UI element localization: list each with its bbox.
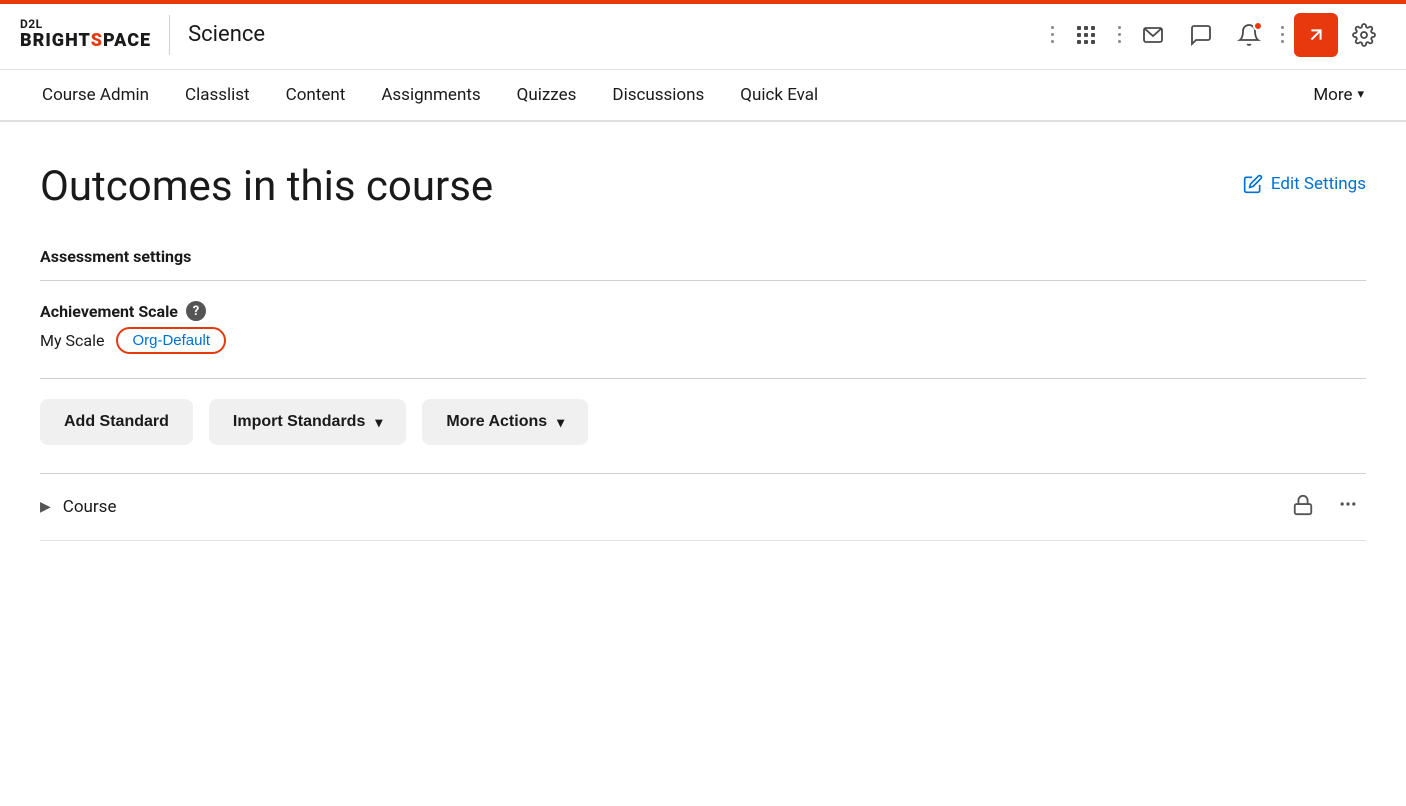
import-chevron-icon: ▾: [375, 414, 382, 431]
assessment-section-label: Assessment settings: [40, 247, 1366, 266]
course-row-left[interactable]: ▶ Course: [40, 497, 116, 517]
logo-area: D2L BRIGHTSPACE: [20, 18, 151, 51]
my-scale-label: My Scale: [40, 331, 104, 350]
nav-item-classlist[interactable]: Classlist: [167, 70, 268, 122]
settings-icon-btn[interactable]: [1342, 13, 1386, 57]
nav-item-quick-eval[interactable]: Quick Eval: [722, 70, 836, 122]
nav-item-more[interactable]: More ▾: [1295, 70, 1382, 122]
notification-dot: [1253, 21, 1263, 31]
nav-item-assignments[interactable]: Assignments: [363, 70, 498, 122]
nav-item-content[interactable]: Content: [268, 70, 364, 122]
settings-icon: [1352, 23, 1376, 47]
action-buttons: Add Standard Import Standards ▾ More Act…: [40, 399, 1366, 445]
navbar: Course Admin Classlist Content Assignmen…: [0, 70, 1406, 122]
header-divider: [169, 15, 170, 55]
page-title: Outcomes in this course: [40, 162, 493, 211]
scale-row: My Scale Org-Default: [40, 327, 1366, 354]
logo: D2L BRIGHTSPACE: [20, 18, 151, 51]
achievement-scale-label: Achievement Scale ?: [40, 301, 1366, 321]
import-standards-button[interactable]: Import Standards ▾: [209, 399, 407, 445]
lock-icon: [1292, 494, 1314, 521]
achievement-scale-row: Achievement Scale ? My Scale Org-Default: [40, 301, 1366, 354]
pencil-icon: [1243, 174, 1263, 194]
course-expand-icon: ▶: [40, 499, 51, 515]
external-link-icon: [1305, 24, 1327, 46]
main-content: Outcomes in this course Edit Settings As…: [0, 122, 1406, 541]
buttons-divider: [40, 378, 1366, 379]
course-row-label: Course: [63, 497, 117, 517]
page-header: Outcomes in this course Edit Settings: [40, 162, 1366, 211]
chat-icon-btn[interactable]: [1179, 13, 1223, 57]
course-name: Science: [188, 22, 265, 47]
nav-item-course-admin[interactable]: Course Admin: [24, 70, 167, 122]
course-row-right: [1292, 490, 1366, 524]
chevron-down-icon: ▾: [1357, 87, 1364, 102]
org-default-badge[interactable]: Org-Default: [116, 327, 226, 354]
chat-icon: [1189, 23, 1213, 47]
dots-divider-2: [1112, 26, 1127, 43]
edit-settings-link[interactable]: Edit Settings: [1243, 174, 1366, 194]
active-tool-btn[interactable]: [1294, 13, 1338, 57]
course-row-more-btn[interactable]: [1330, 490, 1366, 524]
three-dots-icon: [1338, 494, 1358, 514]
dots-divider-1: [1045, 26, 1060, 43]
bell-icon-btn[interactable]: [1227, 13, 1271, 57]
grid-icon-btn[interactable]: [1064, 13, 1108, 57]
topbar: D2L BRIGHTSPACE Science: [0, 0, 1406, 70]
mail-icon-btn[interactable]: [1131, 13, 1175, 57]
grid-icon: [1074, 23, 1098, 47]
add-standard-button[interactable]: Add Standard: [40, 399, 193, 445]
more-actions-button[interactable]: More Actions ▾: [422, 399, 588, 445]
topbar-right: [1045, 13, 1386, 57]
nav-item-quizzes[interactable]: Quizzes: [499, 70, 595, 122]
dots-divider-3: [1275, 26, 1290, 43]
more-actions-chevron-icon: ▾: [557, 414, 564, 431]
mail-icon: [1141, 23, 1165, 47]
help-icon[interactable]: ?: [186, 301, 206, 321]
section-divider: [40, 280, 1366, 281]
course-row: ▶ Course: [40, 474, 1366, 541]
nav-item-discussions[interactable]: Discussions: [594, 70, 722, 122]
